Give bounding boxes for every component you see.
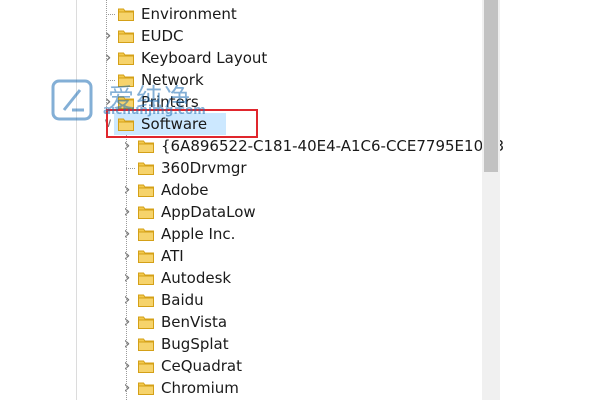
tree-item[interactable]: › Autodesk bbox=[0, 267, 482, 289]
tree-item[interactable]: › Apple Inc. bbox=[0, 223, 482, 245]
tree-item-label: Apple Inc. bbox=[161, 225, 236, 243]
chevron-right-icon[interactable]: › bbox=[120, 377, 134, 399]
tree-item-label: Environment bbox=[141, 5, 237, 23]
folder-icon bbox=[138, 316, 154, 329]
scrollbar-thumb[interactable] bbox=[484, 0, 498, 172]
tree-item[interactable]: Environment bbox=[0, 3, 482, 25]
tree-item[interactable]: › Adobe bbox=[0, 179, 482, 201]
tree-item-label: Baidu bbox=[161, 291, 204, 309]
tree-item-label: BugSplat bbox=[161, 335, 229, 353]
chevron-right-icon[interactable]: › bbox=[120, 311, 134, 333]
chevron-right-icon[interactable]: › bbox=[120, 135, 134, 157]
tree-item[interactable]: › Keyboard Layout bbox=[0, 47, 482, 69]
watermark: 爱纯净 aichunjing.com bbox=[50, 76, 220, 124]
folder-icon bbox=[138, 272, 154, 285]
folder-icon bbox=[138, 228, 154, 241]
folder-icon bbox=[138, 338, 154, 351]
tree-item-label: Adobe bbox=[161, 181, 209, 199]
folder-icon bbox=[138, 206, 154, 219]
tree-item[interactable]: › Chromium bbox=[0, 377, 482, 399]
chevron-right-icon[interactable]: › bbox=[120, 245, 134, 267]
watermark-logo-icon bbox=[51, 79, 93, 121]
tree-item-label: ATI bbox=[161, 247, 184, 265]
folder-icon bbox=[138, 140, 154, 153]
chevron-right-icon[interactable]: › bbox=[120, 179, 134, 201]
tree-item-label: AppDataLow bbox=[161, 203, 256, 221]
folder-icon bbox=[138, 360, 154, 373]
tree-item[interactable]: › BenVista bbox=[0, 311, 482, 333]
registry-tree[interactable]: Environment › EUDC › Keyboard Layout Network ›… bbox=[0, 0, 504, 400]
folder-icon bbox=[138, 382, 154, 395]
tree-item-label: BenVista bbox=[161, 313, 228, 331]
watermark-url-text: aichunjing.com bbox=[103, 103, 206, 117]
tree-connector bbox=[106, 14, 115, 15]
folder-icon bbox=[138, 294, 154, 307]
folder-icon bbox=[138, 162, 154, 175]
chevron-right-icon[interactable]: › bbox=[101, 25, 115, 47]
tree-item-label: Autodesk bbox=[161, 269, 232, 287]
tree-item[interactable]: › AppDataLow bbox=[0, 201, 482, 223]
tree-connector bbox=[126, 168, 135, 169]
tree-item-label: 360Drvmgr bbox=[161, 159, 247, 177]
tree-item[interactable]: › CeQuadrat bbox=[0, 355, 482, 377]
chevron-right-icon[interactable]: › bbox=[120, 355, 134, 377]
tree-item-label: CeQuadrat bbox=[161, 357, 242, 375]
tree-item[interactable]: › BugSplat bbox=[0, 333, 482, 355]
folder-icon bbox=[138, 184, 154, 197]
chevron-right-icon[interactable]: › bbox=[120, 267, 134, 289]
chevron-right-icon[interactable]: › bbox=[120, 289, 134, 311]
folder-icon bbox=[118, 52, 134, 65]
tree-item-label: EUDC bbox=[141, 27, 184, 45]
tree-connector bbox=[126, 135, 127, 400]
tree-item[interactable]: › {6A896522-C181-40E4-A1C6-CCE7795E10D3 bbox=[0, 135, 504, 157]
folder-icon bbox=[118, 8, 134, 21]
folder-icon bbox=[118, 30, 134, 43]
tree-item[interactable]: › Baidu bbox=[0, 289, 482, 311]
chevron-right-icon[interactable]: › bbox=[120, 223, 134, 245]
tree-item-label: Keyboard Layout bbox=[141, 49, 268, 67]
tree-item[interactable]: 360Drvmgr bbox=[0, 157, 482, 179]
chevron-right-icon[interactable]: › bbox=[120, 201, 134, 223]
chevron-right-icon[interactable]: › bbox=[101, 47, 115, 69]
tree-item[interactable]: › EUDC bbox=[0, 25, 482, 47]
folder-icon bbox=[138, 250, 154, 263]
tree-item-label: {6A896522-C181-40E4-A1C6-CCE7795E10D3 bbox=[161, 137, 505, 155]
tree-item-label: Chromium bbox=[161, 379, 239, 397]
tree-item[interactable]: › ATI bbox=[0, 245, 482, 267]
chevron-right-icon[interactable]: › bbox=[120, 333, 134, 355]
